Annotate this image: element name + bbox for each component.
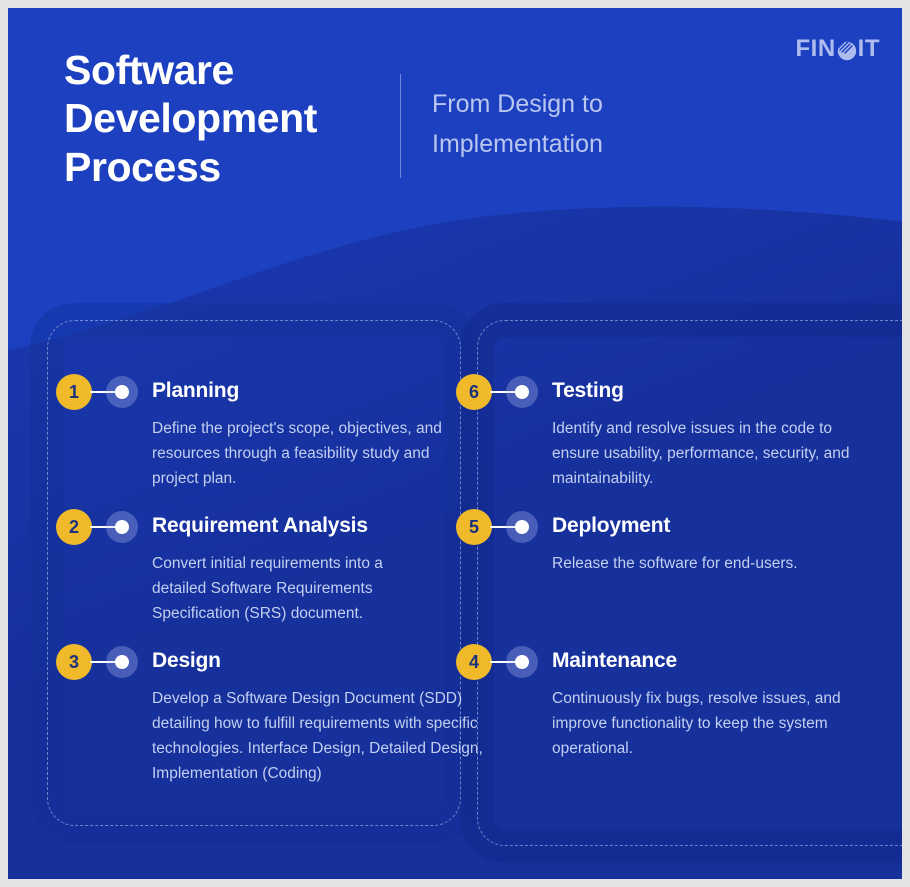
step-description: Release the software for end-users. bbox=[552, 555, 798, 572]
node-dot bbox=[115, 520, 129, 534]
step-description: Convert initial requirements into a deta… bbox=[152, 555, 383, 623]
logo-text-before: FIN bbox=[795, 35, 836, 62]
step-title: Maintenance bbox=[552, 649, 677, 672]
node-halo bbox=[106, 646, 138, 678]
step-title: Deployment bbox=[552, 514, 671, 537]
step-number-badge: 3 bbox=[56, 644, 92, 680]
finoit-logo[interactable]: FIN IT bbox=[796, 34, 881, 64]
node-dot bbox=[115, 385, 129, 399]
page-subtitle: From Design to Implementation bbox=[432, 90, 603, 158]
step-number-badge: 1 bbox=[56, 374, 92, 410]
striped-globe-icon bbox=[837, 40, 857, 61]
step-description: Develop a Software Design Document (SDD)… bbox=[152, 690, 483, 783]
step-title: Planning bbox=[152, 379, 240, 402]
infographic-canvas: Software Development Process From Design… bbox=[8, 8, 902, 879]
logo-text: FIN IT bbox=[796, 35, 881, 63]
step-title: Design bbox=[152, 649, 221, 672]
node-dot bbox=[115, 655, 129, 669]
step-number-badge: 2 bbox=[56, 509, 92, 545]
node-halo bbox=[506, 646, 538, 678]
step-number-badge: 6 bbox=[456, 374, 492, 410]
node-dot bbox=[515, 385, 529, 399]
step-title: Requirement Analysis bbox=[152, 514, 368, 537]
step-title: Testing bbox=[552, 379, 624, 402]
step-number-badge: 5 bbox=[456, 509, 492, 545]
header: Software Development Process From Design… bbox=[8, 8, 902, 208]
page-title: Software Development Process bbox=[64, 47, 318, 190]
node-halo bbox=[106, 376, 138, 408]
step-description: Define the project's scope, objectives, … bbox=[152, 420, 442, 488]
node-dot bbox=[515, 520, 529, 534]
logo-text-after: IT bbox=[857, 35, 880, 62]
node-halo bbox=[106, 511, 138, 543]
node-halo bbox=[506, 511, 538, 543]
node-halo bbox=[506, 376, 538, 408]
step-description: Continuously fix bugs, resolve issues, a… bbox=[552, 690, 841, 758]
node-dot bbox=[515, 655, 529, 669]
step-number-badge: 4 bbox=[456, 644, 492, 680]
step-description: Identify and resolve issues in the code … bbox=[552, 420, 850, 488]
header-divider bbox=[400, 74, 401, 178]
